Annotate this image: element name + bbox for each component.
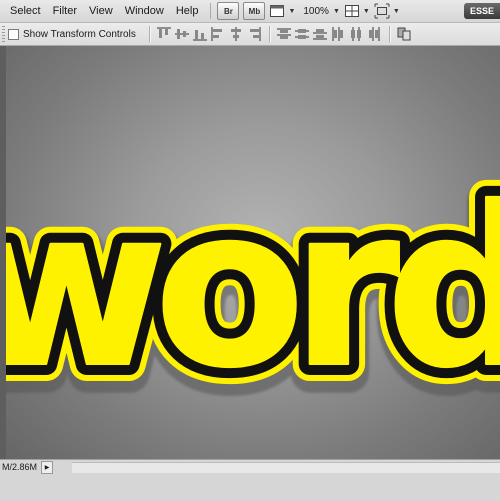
options-grip-handle[interactable] (2, 26, 5, 42)
align-right-edges-icon[interactable] (246, 26, 262, 42)
launch-minibridge-button[interactable]: Mb (243, 2, 266, 20)
launch-bridge-button[interactable]: Br (217, 2, 240, 20)
document-size-info[interactable]: M/2.86M (0, 462, 37, 472)
screen-mode-dropdown-icon[interactable]: ▼ (393, 8, 400, 15)
word-fill: word (0, 160, 500, 416)
menu-select[interactable]: Select (0, 0, 47, 22)
menu-filter[interactable]: Filter (47, 0, 83, 22)
distribute-left-edges-icon[interactable] (330, 26, 346, 42)
status-bar: M/2.86M ▶ (0, 459, 500, 501)
view-extras-icon[interactable] (269, 3, 285, 19)
align-top-edges-icon[interactable] (156, 26, 172, 42)
workspace-essentials-button[interactable]: ESSE (464, 3, 500, 19)
zoom-dropdown-icon[interactable]: ▼ (333, 8, 340, 15)
view-extras-dropdown-icon[interactable]: ▼ (288, 8, 295, 15)
distribute-horizontal-centers-icon[interactable] (348, 26, 364, 42)
menu-view[interactable]: View (83, 0, 119, 22)
distribute-vertical-centers-icon[interactable] (294, 26, 310, 42)
arrange-documents-icon[interactable] (344, 3, 360, 19)
horizontal-scrollbar[interactable] (72, 462, 500, 473)
screen-mode-icon[interactable] (374, 3, 390, 19)
menu-help[interactable]: Help (170, 0, 205, 22)
arrange-dropdown-icon[interactable]: ▼ (363, 8, 370, 15)
menu-window[interactable]: Window (119, 0, 170, 22)
document-canvas[interactable]: word word word word (0, 46, 500, 459)
align-vertical-centers-icon[interactable] (174, 26, 190, 42)
options-separator (268, 26, 271, 42)
menu-bar: Select Filter View Window Help Br Mb ▼ 1… (0, 0, 500, 23)
status-menu-arrow-icon[interactable]: ▶ (41, 460, 54, 474)
options-bar: Show Transform Controls (0, 23, 500, 46)
distribute-right-edges-icon[interactable] (366, 26, 382, 42)
show-transform-label: Show Transform Controls (23, 28, 136, 40)
options-separator (388, 26, 391, 42)
show-transform-checkbox[interactable] (8, 28, 19, 40)
word-art-image: word word word word (0, 143, 500, 446)
options-separator (148, 26, 151, 42)
distribute-bottom-edges-icon[interactable] (312, 26, 328, 42)
distribute-top-edges-icon[interactable] (276, 26, 292, 42)
align-horizontal-centers-icon[interactable] (228, 26, 244, 42)
auto-align-layers-icon[interactable] (396, 26, 412, 42)
align-bottom-edges-icon[interactable] (192, 26, 208, 42)
status-left: M/2.86M ▶ (0, 460, 54, 474)
menu-separator (210, 3, 212, 19)
align-left-edges-icon[interactable] (210, 26, 226, 42)
zoom-level[interactable]: 100% (303, 6, 329, 17)
